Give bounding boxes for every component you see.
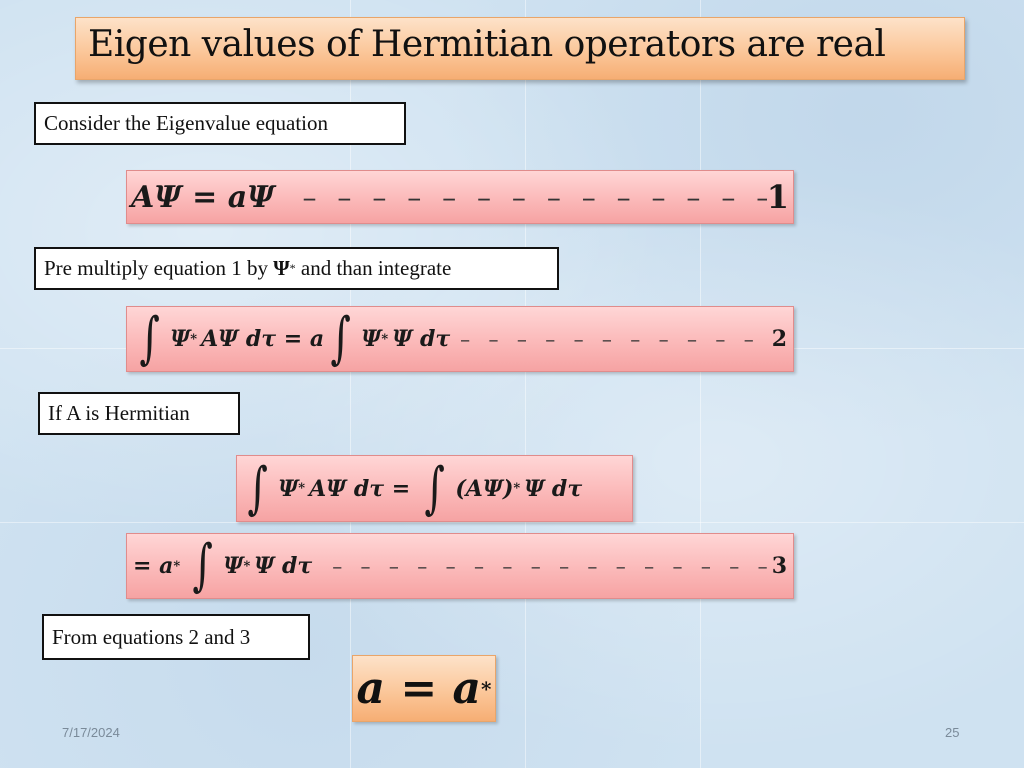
slide-title-box: Eigen values of Hermitian operators are … bbox=[75, 17, 965, 80]
label-from-equations-text: From equations 2 and 3 bbox=[52, 624, 251, 649]
equation-2-part: Ψ dτ bbox=[392, 326, 451, 352]
integral-sign: ∫ bbox=[424, 455, 446, 521]
equation-3-part: Ψ dτ bbox=[254, 553, 313, 579]
result-equation: a = a * bbox=[352, 655, 496, 722]
label-consider-text: Consider the Eigenvalue equation bbox=[44, 111, 329, 135]
conjugate-star: * bbox=[381, 331, 389, 347]
equation-3: = a * ∫ Ψ * Ψ dτ – – – – – – – – – – – – –… bbox=[126, 533, 794, 599]
label-premultiply: Pre multiply equation 1 by Ψ * and than i… bbox=[34, 247, 559, 290]
integral-sign: ∫ bbox=[139, 306, 160, 371]
equation-3-number: 3 bbox=[771, 553, 787, 579]
label-hermitian: If A is Hermitian bbox=[38, 392, 240, 435]
equation-hermitian-part: Ψ bbox=[278, 475, 299, 502]
label-premultiply-prefix: Pre multiply equation 1 by bbox=[44, 256, 274, 280]
equation-1-number: 1 bbox=[766, 178, 789, 216]
conjugate-star: * bbox=[481, 676, 492, 701]
grid-line bbox=[700, 0, 701, 768]
slide-title: Eigen values of Hermitian operators are … bbox=[88, 24, 886, 65]
result-equation-text: a = a bbox=[356, 663, 482, 714]
footer-date: 7/17/2024 bbox=[62, 725, 120, 740]
integral-sign: ∫ bbox=[192, 533, 213, 598]
equation-2-part: Ψ bbox=[170, 326, 191, 352]
integral-sign: ∫ bbox=[330, 306, 351, 371]
conjugate-star: * bbox=[173, 558, 181, 574]
equation-2: ∫ Ψ * AΨ dτ = a ∫ Ψ * Ψ dτ – – – – – – – –… bbox=[126, 306, 794, 372]
integral-sign: ∫ bbox=[247, 455, 268, 521]
equation-hermitian-part: (AΨ) bbox=[455, 475, 514, 502]
equation-3-part: Ψ bbox=[223, 553, 244, 579]
equation-2-dashes: – – – – – – – – – – – – bbox=[460, 327, 772, 351]
label-consider: Consider the Eigenvalue equation bbox=[34, 102, 406, 145]
conjugate-star: * bbox=[243, 558, 251, 574]
grid-line bbox=[525, 0, 526, 768]
conjugate-star: * bbox=[513, 481, 521, 496]
equation-hermitian: ∫ Ψ * AΨ dτ = ∫ (AΨ) * Ψ dτ bbox=[236, 455, 633, 522]
equation-3-dashes: – – – – – – – – – – – – – – – – – – – bbox=[332, 554, 771, 578]
equation-3-part: = a bbox=[133, 553, 174, 579]
psi-symbol: Ψ bbox=[273, 256, 290, 280]
equation-2-number: 2 bbox=[771, 326, 787, 352]
conjugate-star: * bbox=[190, 331, 198, 347]
label-from-equations: From equations 2 and 3 bbox=[42, 614, 310, 660]
equation-hermitian-part: Ψ dτ bbox=[524, 475, 583, 502]
footer-page-number: 25 bbox=[945, 725, 960, 740]
equation-2-part: AΨ dτ = a bbox=[201, 326, 325, 352]
equation-1: AΨ = aΨ – – – – – – – – – – – – – – – 1 bbox=[126, 170, 794, 224]
conjugate-star: * bbox=[298, 481, 306, 496]
equation-1-dashes: – – – – – – – – – – – – – – – bbox=[302, 180, 767, 214]
label-premultiply-suffix: and than integrate bbox=[295, 256, 452, 280]
equation-1-lhs: AΨ = aΨ bbox=[131, 179, 275, 215]
equation-2-part: Ψ bbox=[361, 326, 382, 352]
equation-hermitian-part: AΨ dτ = bbox=[309, 475, 411, 502]
label-hermitian-text: If A is Hermitian bbox=[48, 401, 190, 425]
grid-line bbox=[0, 522, 1024, 523]
